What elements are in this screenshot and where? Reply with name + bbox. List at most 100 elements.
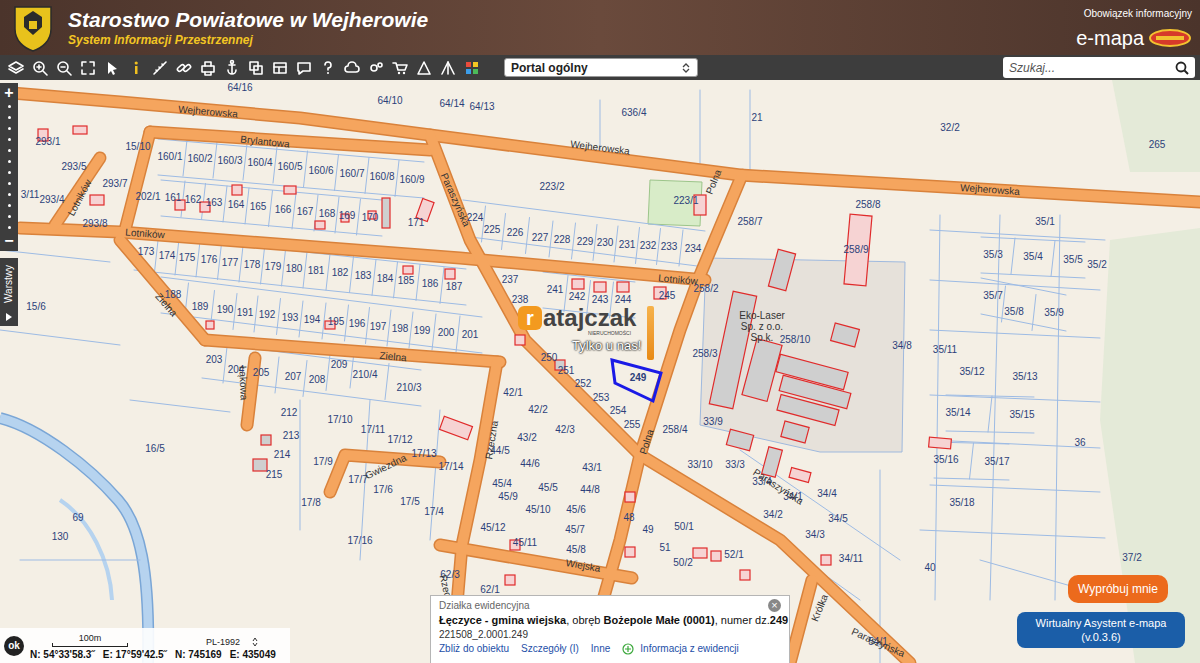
- parcel-label[interactable]: 49: [642, 525, 653, 535]
- parcel-label[interactable]: 164: [228, 200, 245, 210]
- parcel-label[interactable]: 160/1: [157, 152, 182, 162]
- parcel-label[interactable]: 45/9: [498, 492, 517, 502]
- parcel-label[interactable]: 36: [1074, 438, 1085, 448]
- parcel-label[interactable]: 17/8: [301, 498, 320, 508]
- parcel-label[interactable]: 212: [281, 408, 298, 418]
- parcel-label[interactable]: 200: [438, 328, 455, 338]
- parcel-label[interactable]: 17/11: [361, 425, 385, 435]
- parcel-label[interactable]: 250: [541, 353, 558, 363]
- parcel-label[interactable]: 3/11: [21, 190, 40, 200]
- parcel-label[interactable]: 210/3: [396, 383, 421, 393]
- try-assistant-button[interactable]: Wypróbuj mnie: [1068, 575, 1168, 603]
- parcel-label[interactable]: 35/16: [933, 455, 958, 465]
- parcel-label[interactable]: 162: [185, 195, 202, 205]
- parcel-label[interactable]: 207: [285, 372, 302, 382]
- popup-link[interactable]: Szczegóły (I): [521, 642, 579, 655]
- zoom-level-dot[interactable]: [8, 138, 11, 141]
- parcel-label[interactable]: 201: [462, 330, 479, 340]
- parcel-label[interactable]: 234: [685, 244, 702, 254]
- parcel-label[interactable]: 34/3: [805, 530, 824, 540]
- parcel-label[interactable]: 193: [282, 313, 299, 323]
- parcel-label[interactable]: 258/4: [662, 425, 687, 435]
- parcel-label[interactable]: 35/7: [983, 291, 1002, 301]
- popup-link[interactable]: Inne: [591, 642, 610, 655]
- tool-button[interactable]: [148, 57, 172, 79]
- parcel-label[interactable]: 170: [362, 213, 379, 223]
- parcel-label[interactable]: 17/7: [348, 475, 367, 485]
- parcel-label[interactable]: 176: [201, 255, 218, 265]
- parcel-label[interactable]: 42/1: [503, 388, 522, 398]
- parcel-label[interactable]: 233: [661, 242, 678, 252]
- parcel-label[interactable]: 15/10: [125, 142, 150, 152]
- parcel-label[interactable]: 15/6: [26, 302, 45, 312]
- parcel-label[interactable]: 184: [377, 274, 394, 284]
- parcel-label[interactable]: 214: [274, 450, 291, 460]
- parcel-label[interactable]: 202/1: [135, 192, 160, 202]
- zoom-level-dot[interactable]: [8, 182, 11, 185]
- parcel-label[interactable]: 213: [283, 431, 300, 441]
- parcel-label[interactable]: 197: [370, 322, 387, 332]
- parcel-label[interactable]: 35/18: [949, 498, 974, 508]
- parcel-label[interactable]: 45/12: [480, 523, 505, 533]
- parcel-label[interactable]: 245: [659, 291, 676, 301]
- parcel-label[interactable]: 179: [265, 262, 282, 272]
- parcel-label[interactable]: 182: [332, 268, 349, 278]
- parcel-label[interactable]: 64/16: [227, 83, 252, 93]
- parcel-label[interactable]: 17/9: [313, 457, 332, 467]
- tool-button[interactable]: [4, 57, 28, 79]
- parcel-label[interactable]: 636/4: [621, 108, 646, 118]
- tool-button[interactable]: [172, 57, 196, 79]
- parcel-label[interactable]: 35/15: [1009, 410, 1034, 420]
- parcel-label[interactable]: 181: [308, 266, 325, 276]
- parcel-label[interactable]: 161: [165, 193, 182, 203]
- parcel-label[interactable]: 33/10: [687, 460, 712, 470]
- parcel-label[interactable]: 17/4: [424, 507, 443, 517]
- map[interactable]: 64/1664/1064/1464/13636/42132/2265293/11…: [0, 80, 1200, 663]
- parcel-label[interactable]: 35/4: [1023, 252, 1042, 262]
- tool-button[interactable]: [196, 57, 220, 79]
- parcel-label[interactable]: 232: [640, 241, 657, 251]
- parcel-label[interactable]: 187: [446, 282, 463, 292]
- parcel-label[interactable]: 50/2: [673, 558, 692, 568]
- parcel-label[interactable]: 43/2: [517, 433, 536, 443]
- portal-select[interactable]: Portal ogólny: [504, 58, 698, 77]
- tool-button[interactable]: [76, 57, 100, 79]
- parcel-label[interactable]: 167: [297, 207, 314, 217]
- parcel-label[interactable]: 223/2: [539, 182, 564, 192]
- zoom-level-dot[interactable]: [8, 171, 11, 174]
- parcel-label[interactable]: 229: [577, 237, 594, 247]
- parcel-label[interactable]: 35/9: [1044, 308, 1063, 318]
- parcel-label[interactable]: 192: [259, 310, 276, 320]
- parcel-label[interactable]: 205: [253, 368, 270, 378]
- zoom-level-dot[interactable]: [8, 226, 11, 229]
- parcel-label[interactable]: 160/9: [399, 175, 424, 185]
- parcel-label[interactable]: 251: [558, 366, 575, 376]
- parcel-label[interactable]: 43/1: [582, 463, 601, 473]
- parcel-label[interactable]: 255: [624, 420, 641, 430]
- tool-button[interactable]: [124, 57, 148, 79]
- ok-button[interactable]: ok: [4, 636, 24, 656]
- parcel-label[interactable]: 252: [575, 379, 592, 389]
- parcel-label[interactable]: 17/12: [387, 435, 412, 445]
- parcel-label[interactable]: 69: [72, 513, 83, 523]
- parcel-label[interactable]: 173: [138, 247, 155, 257]
- tool-button[interactable]: [220, 57, 244, 79]
- parcel-label[interactable]: 258/10: [780, 335, 811, 345]
- parcel-label[interactable]: 45/10: [525, 505, 550, 515]
- popup-link[interactable]: Zbliż do obiektu: [439, 642, 509, 655]
- parcel-label[interactable]: 35/12: [959, 367, 984, 377]
- parcel-label[interactable]: 51: [659, 543, 670, 553]
- popup-close[interactable]: ×: [768, 599, 781, 612]
- parcel-label[interactable]: 265: [1149, 140, 1166, 150]
- parcel-label[interactable]: 37/2: [1122, 553, 1141, 563]
- parcel-label[interactable]: 238: [512, 295, 529, 305]
- tool-button[interactable]: [364, 57, 388, 79]
- assistant-button[interactable]: Wirtualny Asystent e-mapa(v.0.3.6): [1017, 612, 1185, 648]
- parcel-label[interactable]: 45/8: [566, 545, 585, 555]
- parcel-label[interactable]: 160/8: [369, 172, 394, 182]
- parcel-label[interactable]: 130: [52, 532, 69, 542]
- parcel-label[interactable]: 177: [222, 258, 239, 268]
- parcel-label[interactable]: 35/1: [1035, 217, 1054, 227]
- parcel-label[interactable]: 258/3: [692, 349, 717, 359]
- parcel-label[interactable]: 62/1: [480, 585, 499, 595]
